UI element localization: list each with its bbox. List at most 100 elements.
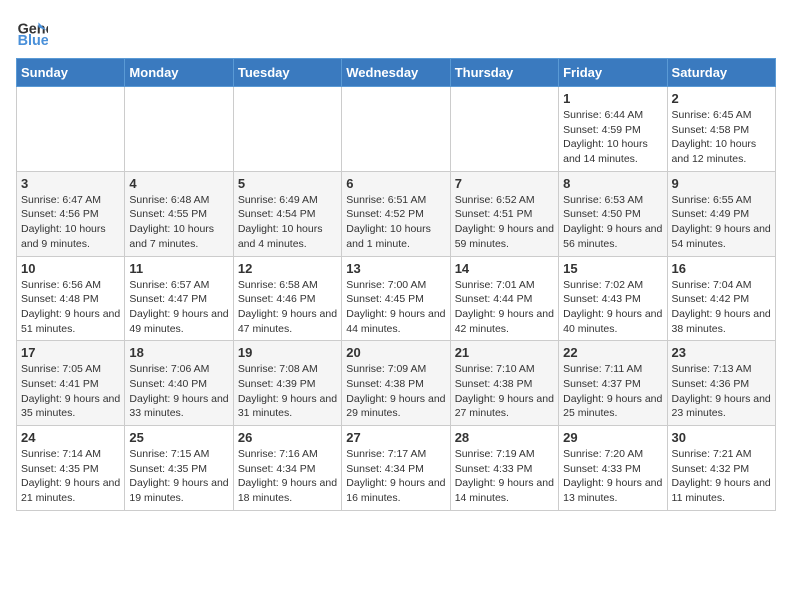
- day-info: Sunrise: 7:06 AM Sunset: 4:40 PM Dayligh…: [129, 362, 228, 421]
- day-number: 1: [563, 91, 662, 106]
- calendar-cell: 29 Sunrise: 7:20 AM Sunset: 4:33 PM Dayli…: [559, 426, 667, 511]
- weekday-header: Thursday: [450, 59, 558, 87]
- calendar-cell: [233, 87, 341, 172]
- calendar-week-row: 10 Sunrise: 6:56 AM Sunset: 4:48 PM Dayli…: [17, 256, 776, 341]
- calendar-cell: 30Sunrise: 7:21 AM Sunset: 4:32 PM Dayli…: [667, 426, 775, 511]
- header: General Blue: [16, 16, 776, 48]
- day-number: 19: [238, 345, 337, 360]
- day-number: 2: [672, 91, 771, 106]
- calendar-cell: 14 Sunrise: 7:01 AM Sunset: 4:44 PM Dayli…: [450, 256, 558, 341]
- day-number: 23: [672, 345, 771, 360]
- day-number: 9: [672, 176, 771, 191]
- calendar-cell: [342, 87, 450, 172]
- calendar-cell: 20Sunrise: 7:09 AM Sunset: 4:38 PM Dayli…: [342, 341, 450, 426]
- day-number: 11: [129, 261, 228, 276]
- calendar-cell: 18Sunrise: 7:06 AM Sunset: 4:40 PM Dayli…: [125, 341, 233, 426]
- day-info: Sunrise: 6:45 AM Sunset: 4:58 PM Dayligh…: [672, 108, 771, 167]
- day-info: Sunrise: 7:13 AM Sunset: 4:36 PM Dayligh…: [672, 362, 771, 421]
- calendar-cell: 26Sunrise: 7:16 AM Sunset: 4:34 PM Dayli…: [233, 426, 341, 511]
- weekday-header-row: SundayMondayTuesdayWednesdayThursdayFrid…: [17, 59, 776, 87]
- day-number: 26: [238, 430, 337, 445]
- calendar-cell: 16 Sunrise: 7:04 AM Sunset: 4:42 PM Dayli…: [667, 256, 775, 341]
- day-number: 4: [129, 176, 228, 191]
- calendar-week-row: 24 Sunrise: 7:14 AM Sunset: 4:35 PM Dayli…: [17, 426, 776, 511]
- day-info: Sunrise: 6:58 AM Sunset: 4:46 PM Dayligh…: [238, 278, 337, 337]
- calendar-cell: 8Sunrise: 6:53 AM Sunset: 4:50 PM Daylig…: [559, 171, 667, 256]
- day-info: Sunrise: 7:20 AM Sunset: 4:33 PM Dayligh…: [563, 447, 662, 506]
- calendar-cell: 4 Sunrise: 6:48 AM Sunset: 4:55 PM Daylig…: [125, 171, 233, 256]
- weekday-header: Wednesday: [342, 59, 450, 87]
- day-info: Sunrise: 7:00 AM Sunset: 4:45 PM Dayligh…: [346, 278, 445, 337]
- day-info: Sunrise: 6:52 AM Sunset: 4:51 PM Dayligh…: [455, 193, 554, 252]
- calendar-cell: 2 Sunrise: 6:45 AM Sunset: 4:58 PM Daylig…: [667, 87, 775, 172]
- calendar-cell: 21 Sunrise: 7:10 AM Sunset: 4:38 PM Dayli…: [450, 341, 558, 426]
- day-number: 6: [346, 176, 445, 191]
- calendar-cell: [17, 87, 125, 172]
- weekday-header: Tuesday: [233, 59, 341, 87]
- calendar-cell: 12Sunrise: 6:58 AM Sunset: 4:46 PM Dayli…: [233, 256, 341, 341]
- day-info: Sunrise: 6:48 AM Sunset: 4:55 PM Dayligh…: [129, 193, 228, 252]
- calendar-cell: 17 Sunrise: 7:05 AM Sunset: 4:41 PM Dayli…: [17, 341, 125, 426]
- calendar-cell: 28 Sunrise: 7:19 AM Sunset: 4:33 PM Dayli…: [450, 426, 558, 511]
- day-number: 25: [129, 430, 228, 445]
- calendar-cell: 25 Sunrise: 7:15 AM Sunset: 4:35 PM Dayli…: [125, 426, 233, 511]
- day-number: 17: [21, 345, 120, 360]
- day-number: 13: [346, 261, 445, 276]
- calendar-cell: 9 Sunrise: 6:55 AM Sunset: 4:49 PM Daylig…: [667, 171, 775, 256]
- calendar-cell: [450, 87, 558, 172]
- day-number: 27: [346, 430, 445, 445]
- day-number: 3: [21, 176, 120, 191]
- calendar-cell: 10 Sunrise: 6:56 AM Sunset: 4:48 PM Dayli…: [17, 256, 125, 341]
- calendar-cell: [125, 87, 233, 172]
- calendar-cell: 6 Sunrise: 6:51 AM Sunset: 4:52 PM Daylig…: [342, 171, 450, 256]
- day-number: 16: [672, 261, 771, 276]
- day-number: 22: [563, 345, 662, 360]
- day-info: Sunrise: 7:09 AM Sunset: 4:38 PM Dayligh…: [346, 362, 445, 421]
- day-number: 24: [21, 430, 120, 445]
- calendar-week-row: 17 Sunrise: 7:05 AM Sunset: 4:41 PM Dayli…: [17, 341, 776, 426]
- day-info: Sunrise: 6:47 AM Sunset: 4:56 PM Dayligh…: [21, 193, 120, 252]
- calendar-cell: 13 Sunrise: 7:00 AM Sunset: 4:45 PM Dayli…: [342, 256, 450, 341]
- day-info: Sunrise: 7:11 AM Sunset: 4:37 PM Dayligh…: [563, 362, 662, 421]
- day-info: Sunrise: 6:55 AM Sunset: 4:49 PM Dayligh…: [672, 193, 771, 252]
- day-number: 15: [563, 261, 662, 276]
- day-number: 10: [21, 261, 120, 276]
- logo: General Blue: [16, 16, 52, 48]
- day-number: 28: [455, 430, 554, 445]
- day-number: 21: [455, 345, 554, 360]
- day-number: 14: [455, 261, 554, 276]
- day-number: 29: [563, 430, 662, 445]
- svg-text:Blue: Blue: [18, 33, 48, 48]
- calendar-cell: 15Sunrise: 7:02 AM Sunset: 4:43 PM Dayli…: [559, 256, 667, 341]
- calendar: SundayMondayTuesdayWednesdayThursdayFrid…: [16, 58, 776, 511]
- day-info: Sunrise: 7:05 AM Sunset: 4:41 PM Dayligh…: [21, 362, 120, 421]
- day-info: Sunrise: 6:51 AM Sunset: 4:52 PM Dayligh…: [346, 193, 445, 252]
- day-info: Sunrise: 7:10 AM Sunset: 4:38 PM Dayligh…: [455, 362, 554, 421]
- day-info: Sunrise: 7:17 AM Sunset: 4:34 PM Dayligh…: [346, 447, 445, 506]
- weekday-header: Saturday: [667, 59, 775, 87]
- logo-icon: General Blue: [16, 16, 48, 48]
- day-info: Sunrise: 6:44 AM Sunset: 4:59 PM Dayligh…: [563, 108, 662, 167]
- weekday-header: Friday: [559, 59, 667, 87]
- calendar-cell: 24 Sunrise: 7:14 AM Sunset: 4:35 PM Dayli…: [17, 426, 125, 511]
- weekday-header: Sunday: [17, 59, 125, 87]
- day-info: Sunrise: 6:49 AM Sunset: 4:54 PM Dayligh…: [238, 193, 337, 252]
- calendar-week-row: 1 Sunrise: 6:44 AM Sunset: 4:59 PM Daylig…: [17, 87, 776, 172]
- day-info: Sunrise: 7:15 AM Sunset: 4:35 PM Dayligh…: [129, 447, 228, 506]
- calendar-cell: 5 Sunrise: 6:49 AM Sunset: 4:54 PM Daylig…: [233, 171, 341, 256]
- calendar-cell: 23 Sunrise: 7:13 AM Sunset: 4:36 PM Dayli…: [667, 341, 775, 426]
- day-info: Sunrise: 7:19 AM Sunset: 4:33 PM Dayligh…: [455, 447, 554, 506]
- day-info: Sunrise: 7:14 AM Sunset: 4:35 PM Dayligh…: [21, 447, 120, 506]
- weekday-header: Monday: [125, 59, 233, 87]
- calendar-cell: 7 Sunrise: 6:52 AM Sunset: 4:51 PM Daylig…: [450, 171, 558, 256]
- calendar-cell: 27 Sunrise: 7:17 AM Sunset: 4:34 PM Dayli…: [342, 426, 450, 511]
- calendar-cell: 11Sunrise: 6:57 AM Sunset: 4:47 PM Dayli…: [125, 256, 233, 341]
- calendar-week-row: 3 Sunrise: 6:47 AM Sunset: 4:56 PM Daylig…: [17, 171, 776, 256]
- day-number: 5: [238, 176, 337, 191]
- day-info: Sunrise: 7:04 AM Sunset: 4:42 PM Dayligh…: [672, 278, 771, 337]
- day-info: Sunrise: 6:56 AM Sunset: 4:48 PM Dayligh…: [21, 278, 120, 337]
- day-info: Sunrise: 6:53 AM Sunset: 4:50 PM Dayligh…: [563, 193, 662, 252]
- day-info: Sunrise: 7:08 AM Sunset: 4:39 PM Dayligh…: [238, 362, 337, 421]
- day-number: 7: [455, 176, 554, 191]
- day-info: Sunrise: 7:01 AM Sunset: 4:44 PM Dayligh…: [455, 278, 554, 337]
